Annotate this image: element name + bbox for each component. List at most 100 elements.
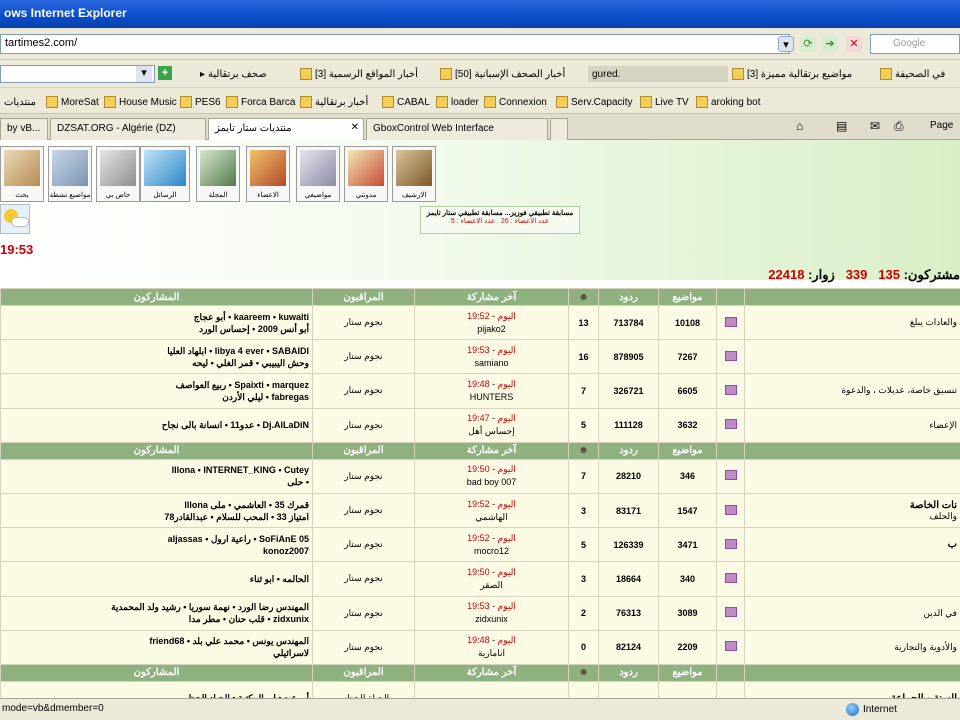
forum-title-cell[interactable]: والعادات يبلغ — [744, 304, 960, 341]
nav-active-topics[interactable]: مواضيع نشطة — [48, 146, 92, 202]
moderators-line-2[interactable]: • حلى — [4, 476, 309, 488]
feeds-icon[interactable]: ▤ — [836, 119, 847, 133]
link-item-0[interactable]: صحف برتقالية ▸ — [200, 66, 267, 82]
moderators-line-2[interactable]: أبو أنس 2009 • إحساس الورد — [4, 323, 309, 335]
page-menu[interactable]: Page — [930, 120, 953, 131]
link2-item-2[interactable]: House Music — [104, 94, 177, 110]
moderator-group[interactable]: نجوم ستار — [312, 339, 415, 375]
last-post-user[interactable]: mocro12 — [418, 545, 565, 558]
link-item-1[interactable]: [3] أخبار المواقع الرسمية — [300, 66, 418, 82]
forum-row[interactable]: kaareem • kuwaiti • أبو عجاج أبو أنس 2009… — [0, 304, 960, 341]
moderators-line-1[interactable]: libya 4 ever • SABAIDI • ابلهاد العليا — [4, 345, 309, 357]
moderator-group[interactable]: نجوم ستار — [312, 407, 415, 443]
last-post-user[interactable]: الهاشمي — [418, 511, 565, 524]
link2-item-8[interactable]: Connexion — [484, 94, 547, 110]
last-post-user[interactable]: إحساس أهل — [418, 425, 565, 438]
moderators-line-2[interactable]: konoz2007 — [4, 545, 309, 557]
forum-row[interactable]: Dj.AlLaDiN • عدو11 • انسانة بالى نجاح نجو… — [0, 407, 960, 443]
mail-icon[interactable]: ✉ — [870, 119, 880, 133]
moderators-line-1[interactable]: قمرك 35 • العاشمي • ملى lllona — [4, 499, 309, 511]
moderators-line-1[interactable]: Dj.AlLaDiN • عدو11 • انسانة بالى نجاح — [4, 419, 309, 431]
nav-magazine[interactable]: المجلة — [196, 146, 240, 202]
last-post-cell[interactable]: اليوم - 19:50 bad boy 007 — [414, 458, 569, 494]
moderator-group[interactable]: نجوم ستار — [312, 561, 415, 597]
moderators-line-1[interactable]: kaareem • kuwaiti • أبو عجاج — [4, 311, 309, 323]
moderators-cell[interactable]: أبو عيد • ابو المكتبة • الحياد الحظور — [0, 680, 313, 698]
moderators-line-1[interactable]: المهندس يونس • محمد علي بلد • friend68 — [4, 635, 309, 647]
nav-archive[interactable]: الارشيف — [392, 146, 436, 202]
forum-row[interactable]: المهندس يونس • محمد علي بلد • friend68 لا… — [0, 629, 960, 665]
moderator-group[interactable]: نجوم ستار — [312, 373, 415, 409]
forum-title-cell[interactable] — [744, 458, 960, 494]
nav-my-blog[interactable]: مدونتي — [344, 146, 388, 202]
moderators-line-1[interactable]: الحالمه • ابو ثناء — [4, 573, 309, 585]
last-post-user[interactable]: bad boy 007 — [418, 476, 565, 489]
moderators-cell[interactable]: libya 4 ever • SABAIDI • ابلهاد العليا وح… — [0, 339, 313, 375]
tab-1[interactable]: DZSAT.ORG - Algérie (DZ) — [50, 118, 206, 140]
forum-row[interactable]: قمرك 35 • العاشمي • ملى lllona امتياز 33 … — [0, 492, 960, 529]
moderator-group[interactable]: نجوم ستار — [312, 527, 415, 563]
last-post-cell[interactable]: اليوم - 19:48 انامارية — [414, 629, 569, 665]
link2-item-11[interactable]: aroking bot — [696, 94, 760, 110]
last-post-cell[interactable]: اليوم - 19:52 mocro12 — [414, 527, 569, 563]
moderators-line-1[interactable]: المهندس رضا الورد • نهمة سوريا • رشيد ول… — [4, 601, 309, 613]
toolbar-search-field[interactable] — [0, 65, 155, 83]
forum-title-cell[interactable]: السنة و الجماعة — [744, 680, 960, 698]
forum-title-cell[interactable]: تنسيق خاصة، عديلات ، والدعوة — [744, 373, 960, 409]
forum-title[interactable]: نات الخاصة — [748, 500, 957, 511]
moderators-cell[interactable]: الحالمه • ابو ثناء — [0, 561, 313, 597]
moderators-cell[interactable]: lllona • INTERNET_KING • Cutey • حلى — [0, 458, 313, 494]
last-post-user[interactable]: انامارية — [418, 647, 565, 660]
last-post-user[interactable]: samiano — [418, 357, 565, 370]
refresh-icon[interactable]: ⟳ — [800, 36, 816, 52]
forum-row[interactable]: الحالمه • ابو ثناء نجوم ستار اليوم - 19:50… — [0, 561, 960, 597]
link2-item-0[interactable]: منتديات — [4, 94, 36, 110]
stop-icon[interactable]: ✕ — [846, 36, 862, 52]
last-post-cell[interactable]: اليوم - 19:50 الصقر — [414, 561, 569, 597]
link-item-2[interactable]: [50] أخبار الصحف الإسبانية — [440, 66, 565, 82]
forum-title[interactable]: ب — [748, 539, 957, 550]
last-post-user[interactable]: zidxunix — [418, 613, 565, 626]
forum-row[interactable]: libya 4 ever • SABAIDI • ابلهاد العليا وح… — [0, 339, 960, 375]
security-zone[interactable]: Internet — [846, 703, 897, 716]
moderators-cell[interactable]: SoFiAnE 05 • راعية ارول • aljassas konoz2… — [0, 527, 313, 563]
forum-title-cell[interactable]: والأدوية والتجارية — [744, 629, 960, 665]
toolbar-dropdown-icon[interactable]: ▾ — [136, 66, 152, 82]
add-icon[interactable]: + — [158, 66, 172, 80]
forum-title-cell[interactable]: في الدين — [744, 595, 960, 631]
last-post-cell[interactable]: اليوم - 19:53 zidxunix — [414, 595, 569, 631]
link2-item-10[interactable]: Live TV — [640, 94, 689, 110]
tab-0[interactable]: by vB... — [0, 118, 48, 140]
last-post-user[interactable]: HUNTERS — [418, 391, 565, 404]
address-field[interactable]: tartimes2.com/ — [0, 34, 790, 54]
moderators-cell[interactable]: المهندس رضا الورد • نهمة سوريا • رشيد ول… — [0, 595, 313, 631]
moderators-cell[interactable]: قمرك 35 • العاشمي • ملى lllona امتياز 33 … — [0, 492, 313, 529]
address-dropdown-icon[interactable]: ▾ — [778, 36, 794, 52]
forum-title-cell[interactable]: نات الخاصة والحلف — [744, 492, 960, 529]
last-post-user[interactable]: الصقر — [418, 579, 565, 592]
forum-row[interactable]: أبو عيد • ابو المكتبة • الحياد الحظورالح… — [0, 680, 960, 698]
close-tab-icon[interactable]: ✕ — [351, 122, 359, 133]
last-post-cell[interactable]: اليوم - 19:52 الهاشمي — [414, 492, 569, 529]
link2-item-3[interactable]: PES6 — [180, 94, 221, 110]
tab-2[interactable]: منتديات ستار تايمز ✕ — [208, 118, 364, 140]
moderators-line-2[interactable]: امتياز 33 • المحب للسلام • عبدالقادر78 — [4, 511, 309, 523]
search-input[interactable]: Google — [870, 34, 960, 54]
moderators-line-2[interactable]: لاسرائيلي — [4, 647, 309, 659]
moderator-group[interactable]: الحياة الحظور — [312, 680, 415, 698]
moderators-line-1[interactable]: SoFiAnE 05 • راعية ارول • aljassas — [4, 533, 309, 545]
last-post-cell[interactable]: اليوم - 19:48 HUNTERS — [414, 373, 569, 409]
link2-item-4[interactable]: Forca Barca — [226, 94, 295, 110]
forum-row[interactable]: lllona • INTERNET_KING • Cutey • حلى نجوم … — [0, 458, 960, 494]
moderator-group[interactable]: نجوم ستار — [312, 595, 415, 631]
forum-title-cell[interactable] — [744, 561, 960, 597]
last-post-cell[interactable]: اليوم - 19:52 pijako2 — [414, 304, 569, 341]
moderators-line-2[interactable]: zidxunix • قلب حنان • مطر مدا — [4, 613, 309, 625]
nav-private[interactable]: خاص بي — [96, 146, 140, 202]
link2-item-9[interactable]: Serv.Capacity — [556, 94, 633, 110]
nav-members[interactable]: الاعضاء — [246, 146, 290, 202]
moderators-line-1[interactable]: Spaixti • marquez • ربيع العواصف — [4, 379, 309, 391]
moderators-line-2[interactable]: وحش اليبيبي • قمر الغلي • ليحه — [4, 357, 309, 369]
go-icon[interactable]: ➔ — [822, 36, 838, 52]
contest-notice[interactable]: مسابقة تطبيقي فوزيز... مسابقة تطبيقي ستا… — [420, 206, 580, 234]
